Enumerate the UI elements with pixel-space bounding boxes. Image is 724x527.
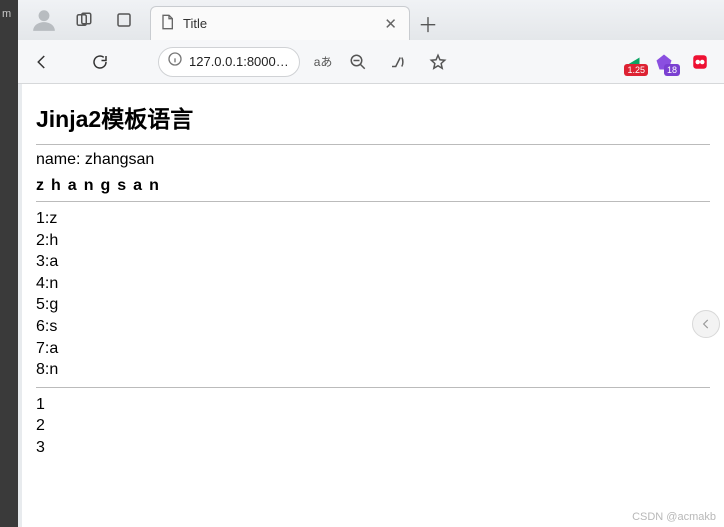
divider [36, 387, 710, 388]
site-info-icon[interactable] [167, 51, 183, 72]
letter: z [36, 177, 44, 194]
extension-1-icon[interactable]: 1.25 [618, 50, 646, 74]
close-icon[interactable]: ✕ [380, 15, 401, 33]
ide-left-strip: m [0, 0, 18, 527]
new-tab-button[interactable]: ＋ [410, 6, 446, 40]
list-item: 1 [36, 394, 710, 416]
list-item: 3:a [36, 251, 710, 273]
number-list: 123 [36, 394, 710, 459]
letter: n [84, 177, 94, 194]
list-item: 2 [36, 415, 710, 437]
list-item: 3 [36, 437, 710, 459]
letter: a [68, 177, 77, 194]
zoom-out-icon[interactable] [340, 44, 376, 80]
address-bar[interactable]: 127.0.0.1:8000… [158, 47, 300, 77]
name-label: name: [36, 151, 80, 168]
letter: h [51, 177, 61, 194]
extension-2-icon[interactable]: 18 [650, 50, 678, 74]
divider [36, 144, 710, 145]
refresh-button[interactable] [82, 44, 118, 80]
watermark: CSDN @acmakb [632, 511, 716, 523]
side-chevron-button[interactable] [692, 310, 720, 338]
browser-window: Title ✕ ＋ 127.0.0.1:8000… aあ [18, 0, 724, 527]
letter: s [117, 177, 126, 194]
read-aloud-icon[interactable] [380, 44, 416, 80]
browser-titlebar: Title ✕ ＋ [18, 0, 724, 40]
letter: a [133, 177, 142, 194]
list-item: 2:h [36, 230, 710, 252]
name-line: name: zhangsan [36, 151, 710, 169]
favorite-icon[interactable] [420, 44, 456, 80]
back-button[interactable] [24, 44, 60, 80]
page-heading: Jinja2模板语言 [36, 100, 710, 134]
browser-toolbar: 127.0.0.1:8000… aあ 1.25 18 [18, 40, 724, 84]
translate-icon[interactable]: aあ [310, 53, 337, 70]
extension-2-badge: 18 [664, 64, 680, 76]
letters-row: zhangsan [36, 177, 710, 195]
extension-1-badge: 1.25 [624, 64, 648, 76]
browser-tab[interactable]: Title ✕ [150, 6, 410, 40]
list-item: 6:s [36, 316, 710, 338]
list-item: 1:z [36, 208, 710, 230]
list-item: 4:n [36, 273, 710, 295]
letter: g [100, 177, 110, 194]
name-value: zhangsan [85, 151, 154, 168]
ide-strip-label: m [0, 8, 18, 20]
page-icon [159, 14, 175, 33]
enumerated-list: 1:z2:h3:a4:n5:g6:s7:a8:n [36, 208, 710, 381]
divider [36, 201, 710, 202]
letter: n [149, 177, 159, 194]
workspaces-icon[interactable] [64, 0, 104, 40]
list-item: 8:n [36, 359, 710, 381]
collections-icon[interactable] [104, 0, 144, 40]
list-item: 5:g [36, 294, 710, 316]
page-content: Jinja2模板语言 name: zhangsan zhangsan 1:z2:… [22, 84, 724, 527]
profile-icon[interactable] [24, 0, 64, 40]
extension-3-icon[interactable] [682, 44, 718, 80]
url-text: 127.0.0.1:8000… [189, 54, 289, 69]
tab-title: Title [183, 16, 372, 31]
list-item: 7:a [36, 338, 710, 360]
